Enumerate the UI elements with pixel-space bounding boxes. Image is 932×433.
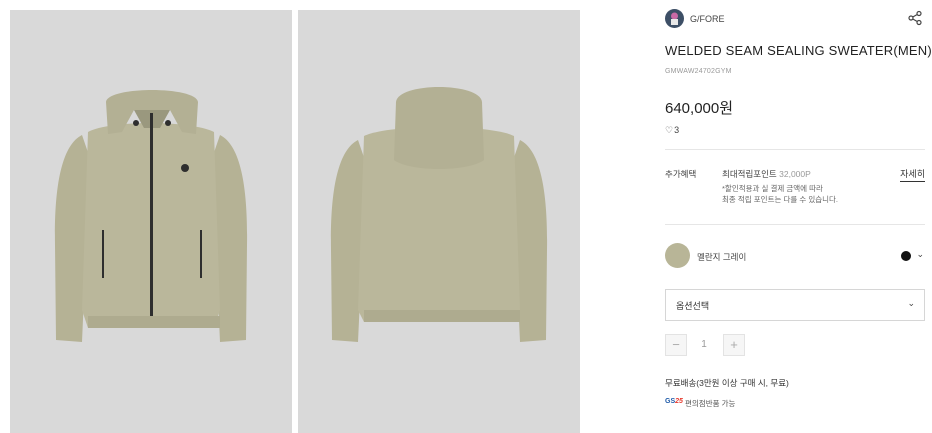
- like-button[interactable]: ♡3: [665, 125, 679, 136]
- quantity-value[interactable]: 1: [687, 334, 721, 355]
- product-image-front[interactable]: [10, 10, 292, 433]
- product-title: WELDED SEAM SEALING SWEATER(MEN): [665, 43, 932, 58]
- gs25-logo: GS25: [665, 398, 683, 405]
- shipping-info: 무료배송(3만원 이상 구매 시, 무료): [665, 378, 789, 388]
- color-name: 멜란지 그레이: [697, 252, 747, 262]
- product-sku: GMWAW24702GYM: [665, 68, 732, 75]
- max-points-label: 최대적립포인트: [722, 169, 777, 179]
- points-note: *할인적용과 실 결제 금액에 따라 최종 적립 포인트는 다를 수 있습니다.: [722, 183, 838, 205]
- points-note-line: 최종 적립 포인트는 다를 수 있습니다.: [722, 195, 839, 204]
- benefit-label: 추가혜택: [665, 169, 697, 179]
- quantity-increase-button[interactable]: +: [723, 334, 745, 356]
- quantity-decrease-button[interactable]: −: [665, 334, 687, 356]
- quantity-stepper: − 1 +: [665, 334, 745, 356]
- chevron-down-icon: ⌄: [916, 249, 924, 259]
- brand-row: G/FORE: [665, 9, 925, 29]
- max-points: 최대적립포인트 32,000P: [722, 168, 811, 180]
- heart-icon: ♡: [665, 125, 674, 135]
- detail-link[interactable]: 자세히: [900, 167, 925, 182]
- divider: [665, 224, 925, 225]
- gs25-logo-letters: GS: [665, 398, 676, 405]
- chevron-down-icon: ⌄: [907, 298, 915, 308]
- product-info-panel: G/FORE WELDED SEAM SEALING SWEATER(MEN) …: [665, 0, 932, 433]
- option-select-label: 옵션선택: [676, 301, 710, 311]
- product-price: 640,000원: [665, 100, 734, 117]
- share-icon[interactable]: [907, 10, 923, 26]
- max-points-value: 32,000P: [779, 169, 811, 179]
- divider: [665, 149, 925, 150]
- sweater-front-illustration: [54, 90, 248, 342]
- brand-name[interactable]: G/FORE: [690, 14, 725, 24]
- option-select-dropdown[interactable]: 옵션선택 ⌄: [665, 289, 925, 321]
- color-swatch: [665, 243, 690, 268]
- like-count: 3: [674, 125, 680, 135]
- color-selector[interactable]: 멜란지 그레이 ⌄: [665, 243, 925, 271]
- gs25-return-text: 편의점반품 가능: [685, 399, 736, 408]
- sweater-back-illustration: [330, 87, 548, 342]
- brand-logo[interactable]: [665, 9, 684, 28]
- product-image-back[interactable]: [298, 10, 580, 433]
- gs25-logo-number: 25: [675, 398, 683, 405]
- selected-color-dot: [901, 251, 911, 261]
- points-note-line: *할인적용과 실 결제 금액에 따라: [722, 184, 823, 193]
